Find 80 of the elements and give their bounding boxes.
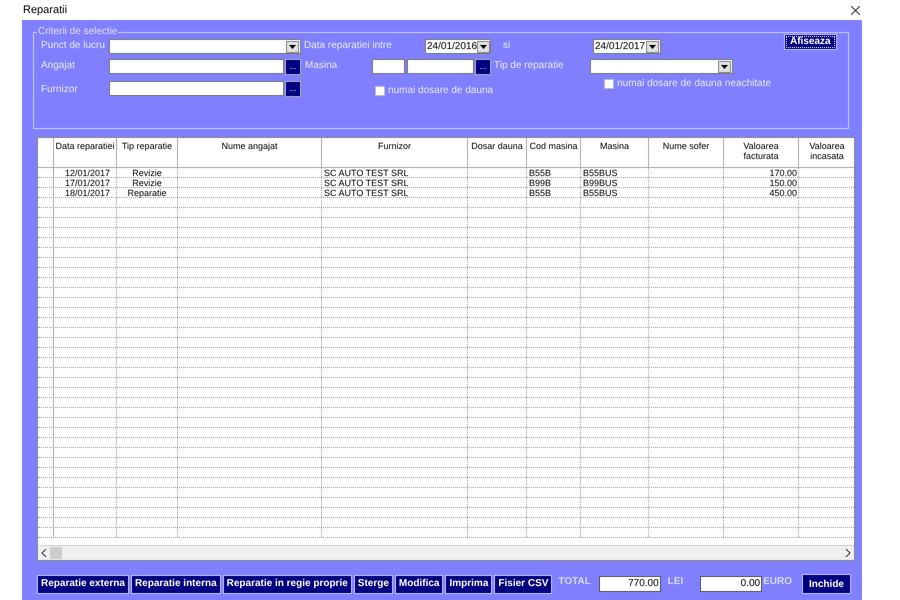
toolbar-button[interactable]: Imprima [445,574,492,594]
input-field[interactable] [407,59,474,74]
column-header[interactable]: Valoarea incasata [799,138,854,167]
table-cell: B99BUS [581,178,649,187]
currency-label: EURO [763,574,792,588]
input-field[interactable] [372,59,405,74]
checkbox-label: numai dosare de dauna [388,85,494,97]
caret-icon [289,44,296,48]
table-cell: B55BUS [581,188,649,197]
scroll-left-icon[interactable] [41,549,47,557]
checkbox[interactable] [604,79,614,89]
field-label: Tip de reparatie [494,59,565,73]
table-cell: Revizie [117,168,178,177]
date-picker[interactable]: 24/01/2016 [425,39,491,54]
afiseaza-button[interactable]: Afiseaza [784,34,837,50]
field-label: Masina [305,59,338,73]
column-header[interactable]: Nume angajat [178,138,322,167]
table-cell: Revizie [117,178,178,187]
caret-icon [649,44,656,48]
field-label: Data reparatiei intre [304,39,393,53]
combo-box[interactable] [590,59,733,74]
toolbar-button[interactable]: Fisier CSV [494,574,552,594]
total-label: TOTAL [558,574,591,588]
field-label: Angajat [41,59,76,73]
date-value: 24/01/2017 [595,40,646,52]
column-header[interactable]: Cod masina [527,138,581,167]
toolbar-button[interactable]: Reparatie in regie proprie [222,574,352,594]
field-label: Punct de lucru [41,39,106,53]
dropdown-button[interactable] [477,40,490,52]
table-cell: 12/01/2017 [54,168,117,177]
column-header[interactable]: Valoarea facturata [724,138,799,167]
table-cell: 17/01/2017 [54,178,117,187]
caret-icon [721,64,728,68]
horizontal-scrollbar[interactable] [38,545,854,560]
dropdown-button[interactable] [646,40,659,52]
table-cell: B55B [527,188,581,197]
currency-label: LEI [668,574,684,588]
window-title: Reparatii [23,2,68,18]
table-cell: B55BUS [581,168,649,177]
browse-button[interactable]: ... [285,59,301,75]
checkbox-label: numai dosare de dauna neachitate [617,78,772,90]
input-field[interactable] [109,59,284,74]
toolbar-button[interactable]: Reparatie externa [37,574,129,594]
toolbar-button[interactable]: Reparatie interna [130,574,221,594]
date-value: 24/01/2016 [427,40,478,52]
table-cell: SC AUTO TEST SRL [322,168,468,177]
column-header[interactable]: Masina [581,138,649,167]
inchide-button[interactable]: Inchide [802,574,851,594]
table-cell: 18/01/2017 [54,188,117,197]
field-label: si [503,39,512,53]
total-lei-field[interactable]: 770.00 [598,576,661,592]
toolbar-button[interactable]: Sterge [354,574,393,594]
column-header[interactable]: Tip reparatie [117,138,178,167]
table-cell: 150.00 [724,178,799,187]
scroll-thumb[interactable] [50,547,62,559]
dropdown-button[interactable] [286,40,299,52]
column-header[interactable]: Nume sofer [649,138,724,167]
browse-button[interactable]: ... [285,81,301,97]
toolbar-button[interactable]: Modifica [394,574,444,594]
scroll-right-icon[interactable] [845,549,851,557]
table-cell: B99B [527,178,581,187]
column-header[interactable]: Furnizor [322,138,468,167]
total-euro-field[interactable]: 0.00 [700,576,762,592]
date-picker[interactable]: 24/01/2017 [593,39,661,54]
column-header[interactable]: Data reparatiei [54,138,117,167]
dropdown-button[interactable] [718,60,731,72]
table-cell: 170.00 [724,168,799,177]
close-icon[interactable] [851,6,860,14]
table-cell: Reparatie [117,188,178,197]
column-header[interactable]: Dosar dauna [468,138,527,167]
browse-button[interactable]: ... [475,59,491,75]
table-cell: 450.00 [724,188,799,197]
field-label: Furnizor [41,83,79,97]
input-field[interactable] [109,81,284,96]
table-cell: SC AUTO TEST SRL [322,178,468,187]
caret-icon [480,44,488,48]
table-cell: SC AUTO TEST SRL [322,188,468,197]
table-cell: B55B [527,168,581,177]
checkbox[interactable] [375,86,385,96]
combo-box[interactable] [109,39,301,54]
